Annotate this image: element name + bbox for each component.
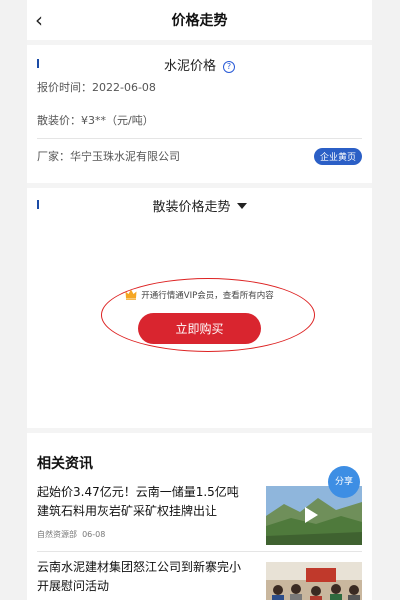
news-title: 起始价3.47亿元！云南一储量1.5亿吨建筑石料用灰岩矿采矿权挂牌出让: [37, 485, 239, 518]
price-card-title: 水泥价格?: [27, 55, 372, 74]
top-bar: ‹ 价格走势: [27, 0, 372, 40]
play-icon[interactable]: [305, 507, 318, 523]
trend-title: 散装价格走势: [152, 200, 231, 215]
group-photo-image: [266, 562, 362, 600]
related-news: 相关资讯 起始价3.47亿元！云南一储量1.5亿吨建筑石料用灰岩矿采矿权挂牌出让…: [27, 433, 372, 600]
help-icon[interactable]: ?: [223, 61, 235, 73]
price-trend-card: 散装价格走势 开通行情通VIP会员，查看所有内容 立即购买: [27, 188, 372, 428]
price-title-text: 水泥价格: [163, 59, 216, 74]
bulk-price: 散装价：¥3**（元/吨）: [37, 112, 154, 128]
bulk-price-value: ¥3**: [81, 114, 106, 127]
bulk-price-unit: （元/吨）: [106, 114, 154, 127]
app-screen: ‹ 价格走势 水泥价格? 报价时间：2022-06-08 散装价：¥3**（元/…: [27, 0, 372, 600]
news-date: 06-08: [82, 530, 106, 539]
chevron-left-icon[interactable]: ‹: [35, 8, 43, 32]
divider: [37, 138, 362, 139]
news-meta: 自然资源部 06-08: [37, 529, 105, 540]
news-heading: 相关资讯: [37, 456, 93, 472]
divider: [37, 551, 362, 552]
buy-now-button[interactable]: 立即购买: [138, 313, 261, 344]
trend-selector[interactable]: 散装价格走势: [27, 196, 372, 215]
page-title: 价格走势: [171, 13, 228, 29]
news-source: 自然资源部: [37, 530, 77, 539]
price-card: 水泥价格? 报价时间：2022-06-08 散装价：¥3**（元/吨） 厂家：华…: [27, 45, 372, 183]
share-button[interactable]: 分享: [328, 466, 360, 498]
manufacturer: 厂家：华宁玉珠水泥有限公司: [37, 150, 180, 163]
bulk-price-label: 散装价：: [37, 114, 81, 127]
report-time: 报价时间：2022-06-08: [37, 81, 156, 94]
news-title: 云南水泥建材集团怒江公司到新寨完小开展慰问活动: [37, 560, 242, 593]
company-yellow-pages-badge[interactable]: 企业黄页: [313, 148, 362, 165]
news-thumbnail: [266, 562, 362, 600]
dropdown-arrow-icon: [236, 203, 247, 209]
